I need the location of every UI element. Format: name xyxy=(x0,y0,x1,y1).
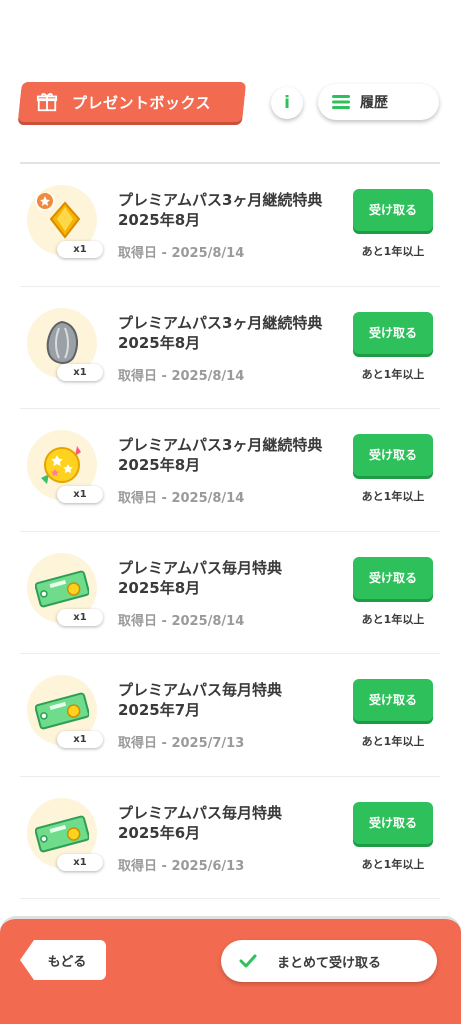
item-title-line2: 2025年8月 xyxy=(118,578,201,597)
gray-seed-icon xyxy=(46,320,78,364)
item-title-line1: プレミアムパス毎月特典 xyxy=(118,558,282,577)
gift-icon xyxy=(36,93,58,112)
item-title-line1: プレミアムパス3ヶ月継続特典 xyxy=(118,313,323,332)
item-title-line2: 2025年7月 xyxy=(118,701,201,719)
quantity-badge: x1 xyxy=(57,241,103,258)
deadline-text: あと1年以上 xyxy=(361,857,425,871)
page-title: プレゼントボックス xyxy=(72,93,212,112)
quantity-badge: x1 xyxy=(57,608,103,626)
info-button[interactable]: i xyxy=(271,87,303,119)
item-title: プレミアムパス3ヶ月継続特典 2025年8月 xyxy=(118,190,343,230)
claim-all-button[interactable]: まとめて受け取る xyxy=(221,940,437,982)
list-menu-icon xyxy=(332,95,350,109)
item-title: プレミアムパス毎月特典 2025年7月 xyxy=(118,680,343,720)
item-title-line1: プレミアムパス毎月特典 xyxy=(118,803,282,822)
item-date: 取得日 - 2025/7/13 xyxy=(118,736,245,751)
back-label: もどる xyxy=(47,954,87,970)
receive-button[interactable]: 受け取る xyxy=(353,311,433,354)
claim-all-label: まとめて受け取る xyxy=(277,955,382,971)
ticket-icon xyxy=(35,815,89,852)
item-date: 取得日 - 2025/8/14 xyxy=(118,613,245,629)
back-button[interactable]: もどる xyxy=(20,940,106,980)
item-title: プレミアムパス毎月特典 2025年6月 xyxy=(118,803,343,843)
star-candy-icon xyxy=(41,446,81,484)
item-title-line2: 2025年8月 xyxy=(118,333,201,352)
receive-button[interactable]: 受け取る xyxy=(353,801,433,844)
info-icon: i xyxy=(284,93,290,113)
deadline-text: あと1年以上 xyxy=(361,367,425,381)
item-title-line1: プレミアムパス3ヶ月継続特典 xyxy=(118,191,323,209)
quantity-badge: x1 xyxy=(57,853,103,871)
history-label: 履歴 xyxy=(360,95,388,111)
item-title-line1: プレミアムパス毎月特典 xyxy=(118,681,282,699)
item-title-line2: 2025年8月 xyxy=(118,456,201,474)
present-list: x1 プレミアムパス3ヶ月継続特典 2025年8月 取得日 - 2025/8/1… xyxy=(20,164,440,899)
quantity-badge: x1 xyxy=(57,731,103,748)
premium-coin-gem-icon xyxy=(35,193,81,239)
deadline-text: あと1年以上 xyxy=(361,612,425,626)
list-item: x1 プレミアムパス毎月特典 2025年7月 取得日 - 2025/7/13 受… xyxy=(20,654,440,777)
item-title-line2: 2025年6月 xyxy=(118,823,201,842)
list-item: x1 プレミアムパス3ヶ月継続特典 2025年8月 取得日 - 2025/8/1… xyxy=(20,409,440,532)
deadline-text: あと1年以上 xyxy=(361,490,425,503)
quantity-badge: x1 xyxy=(57,486,103,503)
receive-button[interactable]: 受け取る xyxy=(353,679,433,721)
list-item: x1 プレミアムパス毎月特典 2025年8月 取得日 - 2025/8/14 受… xyxy=(20,532,440,654)
receive-button[interactable]: 受け取る xyxy=(353,434,433,476)
ticket-icon xyxy=(35,692,89,730)
deadline-text: あと1年以上 xyxy=(361,245,425,258)
ticket-icon xyxy=(35,570,89,607)
list-item: x1 プレミアムパス3ヶ月継続特典 2025年8月 取得日 - 2025/8/1… xyxy=(20,164,440,287)
item-title: プレミアムパス3ヶ月継続特典 2025年8月 xyxy=(118,435,343,475)
present-box-title-tab: プレゼントボックス xyxy=(17,82,247,122)
list-item: x1 プレミアムパス3ヶ月継続特典 2025年8月 取得日 - 2025/8/1… xyxy=(20,287,440,409)
item-date: 取得日 - 2025/8/14 xyxy=(118,246,245,261)
item-date: 取得日 - 2025/6/13 xyxy=(118,858,245,874)
history-button[interactable]: 履歴 xyxy=(318,84,439,120)
item-title-line1: プレミアムパス3ヶ月継続特典 xyxy=(118,436,323,454)
deadline-text: あと1年以上 xyxy=(361,735,425,748)
check-icon xyxy=(239,954,257,968)
list-item: x1 プレミアムパス毎月特典 2025年6月 取得日 - 2025/6/13 受… xyxy=(20,777,440,899)
item-title-line2: 2025年8月 xyxy=(118,211,201,229)
receive-button[interactable]: 受け取る xyxy=(353,189,433,231)
item-date: 取得日 - 2025/8/14 xyxy=(118,368,245,384)
item-date: 取得日 - 2025/8/14 xyxy=(118,491,245,506)
receive-button[interactable]: 受け取る xyxy=(353,556,433,599)
quantity-badge: x1 xyxy=(57,363,103,381)
item-title: プレミアムパス毎月特典 2025年8月 xyxy=(118,558,343,598)
item-title: プレミアムパス3ヶ月継続特典 2025年8月 xyxy=(118,313,343,353)
